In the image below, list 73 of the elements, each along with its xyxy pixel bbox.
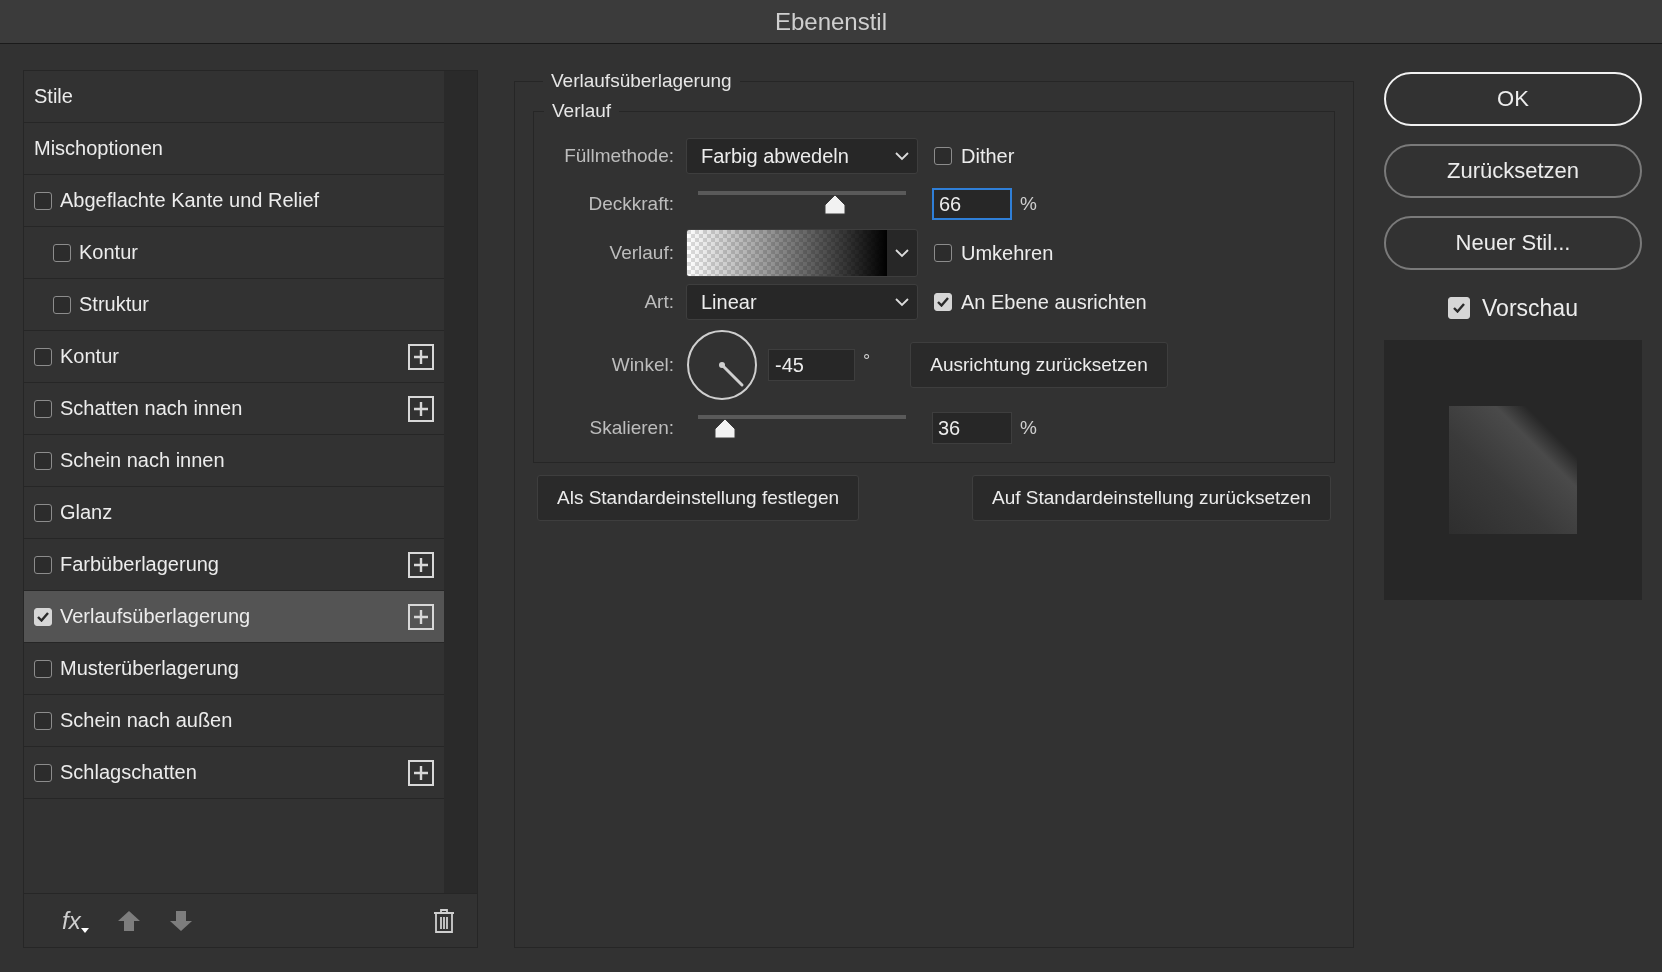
checkbox[interactable]: [934, 147, 952, 165]
group-title: Verlauf: [551, 100, 613, 122]
chevron-down-icon: [895, 297, 909, 307]
checkbox[interactable]: [934, 244, 952, 262]
move-up-icon[interactable]: [116, 909, 141, 932]
field-label: Deckkraft:: [587, 193, 674, 215]
effect-label: Kontur: [60, 345, 120, 368]
add-icon[interactable]: [408, 395, 434, 422]
checkbox[interactable]: [34, 347, 52, 366]
checkbox[interactable]: [34, 191, 52, 210]
sidebar-item[interactable]: Verlaufsüberlagerung: [24, 591, 444, 643]
effect-label: Abgeflachte Kante und Relief: [60, 189, 321, 212]
field-label: Skalieren:: [588, 417, 674, 439]
unit-label: %: [1020, 417, 1037, 439]
check-icon: [37, 611, 49, 622]
field-label: Füllmethode:: [563, 145, 674, 167]
field-label: Verlauf:: [608, 242, 674, 264]
slider-thumb[interactable]: [823, 194, 848, 216]
dialog-button[interactable]: Neuer Stil...: [1384, 216, 1642, 270]
add-icon[interactable]: [408, 551, 434, 578]
dropdown[interactable]: Farbig abwedeln: [686, 138, 918, 174]
effect-label: Schlagschatten: [60, 761, 198, 784]
number-field[interactable]: 66: [932, 188, 1012, 220]
checkbox[interactable]: [34, 503, 52, 522]
effect-label: Verlaufsüberlagerung: [60, 605, 252, 628]
add-icon[interactable]: [408, 603, 434, 630]
dropdown[interactable]: Linear: [686, 284, 918, 320]
effect-label: Glanz: [60, 501, 114, 524]
checkbox-label: Vorschau: [1482, 294, 1578, 322]
unit-label: %: [1020, 193, 1037, 215]
fx-button[interactable]: fx: [62, 906, 89, 935]
gradient-picker[interactable]: [686, 229, 918, 277]
effect-label: Struktur: [79, 293, 151, 316]
check-icon: [1453, 303, 1466, 313]
add-icon[interactable]: [408, 759, 434, 786]
chevron-down-icon: [895, 151, 909, 161]
checkbox-label: An Ebene ausrichten: [961, 290, 1147, 314]
checkbox-label: Dither: [961, 144, 1015, 168]
angle-dial[interactable]: [686, 329, 758, 401]
effect-label: Kontur: [79, 241, 139, 264]
default-settings-button[interactable]: Auf Standardeinstellung zurücksetzen: [972, 475, 1331, 521]
checkbox[interactable]: [34, 659, 52, 678]
effect-label: Schatten nach innen: [60, 397, 244, 420]
group-title: Verlaufsüberlagerung: [550, 70, 733, 92]
number-field[interactable]: 36: [932, 412, 1012, 444]
effect-label: Musterüberlagerung: [60, 657, 240, 680]
angle-field[interactable]: -45: [768, 349, 855, 381]
field-label: Winkel:: [610, 354, 674, 376]
checkbox[interactable]: [53, 243, 71, 262]
checkbox-label: Umkehren: [961, 241, 1054, 265]
checkbox[interactable]: [34, 399, 52, 418]
dialog-button[interactable]: OK: [1384, 72, 1642, 126]
checkbox[interactable]: [34, 555, 52, 574]
unit-label: °: [863, 350, 871, 372]
check-icon: [937, 297, 949, 307]
chevron-down-icon: [895, 248, 909, 258]
slider-thumb[interactable]: [713, 418, 738, 440]
effect-label: Schein nach innen: [60, 449, 226, 472]
effect-label: Schein nach außen: [60, 709, 234, 732]
trash-icon[interactable]: [433, 907, 455, 934]
default-settings-button[interactable]: Als Standardeinstellung festlegen: [537, 475, 860, 521]
move-down-icon[interactable]: [168, 909, 193, 932]
field-label: Art:: [643, 291, 674, 313]
dialog-button[interactable]: Zurücksetzen: [1384, 144, 1642, 198]
effect-label: Farbüberlagerung: [60, 553, 220, 576]
window-title: Ebenenstil: [774, 7, 888, 36]
caret-icon: [80, 927, 89, 933]
checkbox[interactable]: [53, 295, 71, 314]
checkbox[interactable]: [34, 763, 52, 782]
checkbox[interactable]: [34, 451, 52, 470]
add-icon[interactable]: [408, 343, 434, 370]
reset-alignment-button[interactable]: Ausrichtung zurücksetzen: [910, 342, 1168, 388]
checkbox[interactable]: [34, 711, 52, 730]
